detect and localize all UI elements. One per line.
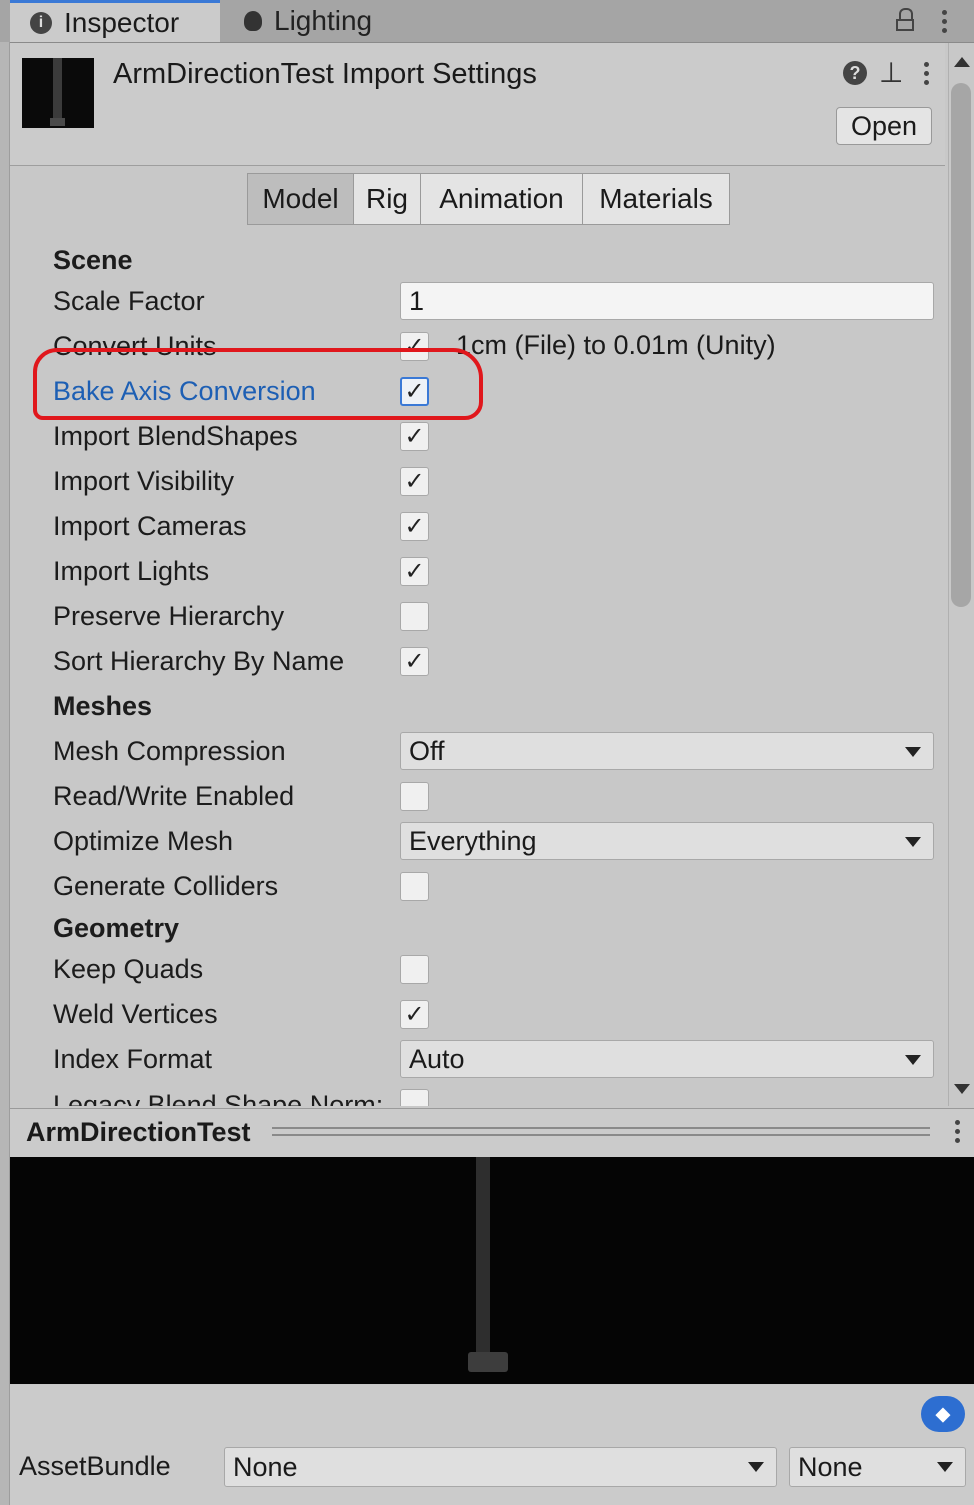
import-visibility-label: Import Visibility: [53, 466, 235, 496]
scene-heading: Scene: [53, 245, 133, 275]
geometry-heading: Geometry: [53, 913, 180, 943]
meshes-heading: Meshes: [53, 691, 153, 721]
light-bulb-icon: [244, 11, 262, 31]
preset-icon[interactable]: ⊥: [879, 56, 903, 89]
tab-inspector[interactable]: i Inspector: [10, 0, 220, 42]
preserve-hierarchy-checkbox[interactable]: [400, 602, 429, 631]
lock-icon[interactable]: [896, 8, 914, 32]
chevron-down-icon: [905, 1055, 921, 1065]
import-lights-label: Import Lights: [53, 556, 210, 586]
drag-handle-line[interactable]: [272, 1127, 930, 1129]
read-write-checkbox[interactable]: [400, 782, 429, 811]
chevron-down-icon: [905, 747, 921, 757]
legacy-blend-shape-checkbox[interactable]: [400, 1089, 429, 1106]
mesh-compression-dropdown[interactable]: Off: [400, 732, 934, 770]
assetbundle-variant-value: None: [798, 1451, 863, 1482]
generate-colliders-label: Generate Colliders: [53, 871, 279, 901]
drag-handle-line[interactable]: [272, 1134, 930, 1136]
info-icon: i: [30, 11, 52, 34]
assetbundle-variant-dropdown[interactable]: None: [789, 1447, 966, 1487]
assetbundle-name-dropdown[interactable]: None: [224, 1447, 777, 1487]
index-format-value: Auto: [409, 1043, 465, 1074]
open-button[interactable]: Open: [836, 107, 932, 145]
preview-menu-icon[interactable]: [955, 1120, 960, 1147]
assetbundle-name-value: None: [233, 1451, 298, 1482]
asset-thumbnail: [22, 58, 94, 128]
left-edge: [0, 42, 10, 1505]
convert-units-note: 1cm (File) to 0.01m (Unity): [456, 330, 776, 360]
model-pole: [476, 1157, 490, 1357]
tab-model[interactable]: Model: [247, 173, 354, 225]
read-write-label: Read/Write Enabled: [53, 781, 295, 811]
mesh-compression-label: Mesh Compression: [53, 736, 286, 766]
tab-inspector-label: Inspector: [64, 6, 180, 38]
tab-materials[interactable]: Materials: [582, 173, 730, 225]
weld-vertices-checkbox[interactable]: ✓: [400, 1000, 429, 1029]
keep-quads-label: Keep Quads: [53, 954, 204, 984]
scrollbar-thumb[interactable]: [951, 83, 971, 607]
index-format-label: Index Format: [53, 1044, 213, 1074]
index-format-dropdown[interactable]: Auto: [400, 1040, 934, 1078]
asset-labels-bar: [10, 1385, 974, 1505]
scroll-up-icon[interactable]: [954, 57, 970, 67]
optimize-mesh-dropdown[interactable]: Everything: [400, 822, 934, 860]
scale-factor-input[interactable]: 1: [400, 282, 934, 320]
tag-icon[interactable]: ⬥: [921, 1396, 965, 1432]
mesh-compression-value: Off: [409, 735, 445, 766]
preserve-hierarchy-label: Preserve Hierarchy: [53, 601, 285, 631]
tab-animation[interactable]: Animation: [420, 173, 583, 225]
keep-quads-checkbox[interactable]: [400, 955, 429, 984]
legacy-row-clip: Legacy Blend Shape Norm:: [10, 1086, 946, 1106]
annotation-circle: [33, 348, 483, 420]
tab-lighting-label: Lighting: [274, 5, 373, 36]
import-blendshapes-checkbox[interactable]: ✓: [400, 422, 429, 451]
optimize-mesh-value: Everything: [409, 825, 537, 856]
chevron-down-icon: [905, 837, 921, 847]
import-cameras-label: Import Cameras: [53, 511, 247, 541]
model-base: [468, 1352, 508, 1372]
tab-rig[interactable]: Rig: [353, 173, 421, 225]
import-lights-checkbox[interactable]: ✓: [400, 557, 429, 586]
optimize-mesh-label: Optimize Mesh: [53, 826, 234, 856]
sort-hierarchy-label: Sort Hierarchy By Name: [53, 646, 345, 676]
import-cameras-checkbox[interactable]: ✓: [400, 512, 429, 541]
weld-vertices-label: Weld Vertices: [53, 999, 218, 1029]
import-blendshapes-label: Import BlendShapes: [53, 421, 298, 451]
tab-lighting[interactable]: Lighting: [228, 0, 418, 42]
model-preview[interactable]: [10, 1157, 974, 1384]
legacy-blend-shape-label: Legacy Blend Shape Norm:: [53, 1090, 384, 1106]
scale-factor-label: Scale Factor: [53, 286, 205, 316]
window-menu-icon[interactable]: [942, 10, 947, 37]
sort-hierarchy-checkbox[interactable]: ✓: [400, 647, 429, 676]
page-title: ArmDirectionTest Import Settings: [113, 58, 537, 90]
chevron-down-icon: [937, 1462, 953, 1472]
scroll-down-icon[interactable]: [954, 1084, 970, 1094]
chevron-down-icon: [748, 1462, 764, 1472]
import-visibility-checkbox[interactable]: ✓: [400, 467, 429, 496]
header-menu-icon[interactable]: [924, 62, 929, 89]
preview-title: ArmDirectionTest: [26, 1117, 251, 1147]
generate-colliders-checkbox[interactable]: [400, 872, 429, 901]
help-icon[interactable]: ?: [843, 61, 867, 85]
assetbundle-label: AssetBundle: [19, 1451, 171, 1481]
